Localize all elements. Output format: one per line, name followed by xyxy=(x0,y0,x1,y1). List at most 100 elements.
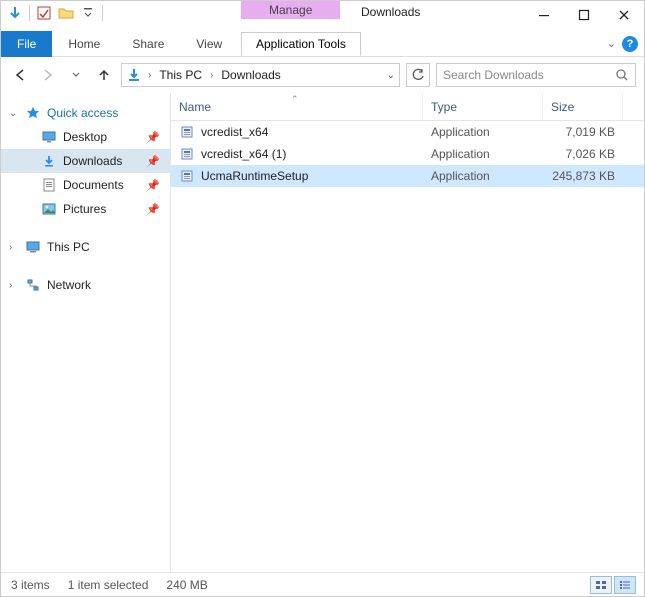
file-row[interactable]: vcredist_x64 Application7,019 KB xyxy=(171,121,644,143)
file-type-cell: Application xyxy=(423,125,543,139)
back-button[interactable] xyxy=(9,64,31,86)
pin-icon: 📌 xyxy=(146,203,160,216)
network-group: › Network xyxy=(1,273,170,297)
details-view-button[interactable] xyxy=(614,576,636,594)
status-selected-count: 1 item selected xyxy=(68,578,149,592)
file-name-cell: vcredist_x64 xyxy=(171,124,423,140)
qat-dropdown-icon[interactable] xyxy=(78,3,98,23)
ribbon-collapse-icon[interactable]: ⌄ xyxy=(607,37,616,50)
chevron-right-icon[interactable]: › xyxy=(146,70,153,81)
file-row[interactable]: UcmaRuntimeSetup Application245,873 KB xyxy=(171,165,644,187)
tab-view[interactable]: View xyxy=(180,31,238,57)
nav-label: Network xyxy=(47,278,91,292)
folder-icon[interactable] xyxy=(56,3,76,23)
maximize-button[interactable] xyxy=(564,1,604,29)
network-icon xyxy=(25,277,41,293)
nav-label: This PC xyxy=(47,240,90,254)
refresh-button[interactable] xyxy=(406,63,430,87)
pictures-icon xyxy=(41,201,57,217)
help-icon[interactable]: ? xyxy=(622,36,638,52)
nav-label: Desktop xyxy=(63,130,107,144)
quick-access-toolbar xyxy=(1,1,109,25)
separator xyxy=(29,5,30,21)
ribbon-right-controls: ⌄ ? xyxy=(607,36,638,52)
pin-icon: 📌 xyxy=(146,179,160,192)
file-name-cell: UcmaRuntimeSetup xyxy=(171,168,423,184)
main-area: ⌄ Quick access Desktop 📌 Downloads 📌 xyxy=(1,93,644,572)
title-bar: Manage Downloads xyxy=(1,1,644,31)
star-icon xyxy=(25,105,41,121)
forward-button[interactable] xyxy=(37,64,59,86)
documents-icon xyxy=(41,177,57,193)
breadcrumb-segment[interactable]: This PC xyxy=(157,68,204,82)
column-headers: ⌃ Name Type Size xyxy=(171,93,644,121)
contextual-tab-header: Manage xyxy=(241,1,340,19)
sidebar-item-desktop[interactable]: Desktop 📌 xyxy=(1,125,170,149)
status-item-count: 3 items xyxy=(11,578,50,592)
sidebar-item-downloads[interactable]: Downloads 📌 xyxy=(1,149,170,173)
search-icon[interactable] xyxy=(615,68,629,82)
computer-icon xyxy=(25,239,41,255)
file-size-cell: 7,026 KB xyxy=(543,147,623,161)
down-arrow-icon[interactable] xyxy=(5,3,25,23)
thumbnails-view-button[interactable] xyxy=(590,576,612,594)
search-input[interactable] xyxy=(443,68,615,82)
application-icon xyxy=(179,124,195,140)
manage-tab-label[interactable]: Manage xyxy=(241,1,340,19)
this-pc-group: › This PC xyxy=(1,235,170,259)
sidebar-item-pictures[interactable]: Pictures 📌 xyxy=(1,197,170,221)
file-tab[interactable]: File xyxy=(1,31,52,57)
file-size-cell: 7,019 KB xyxy=(543,125,623,139)
address-bar[interactable]: › This PC › Downloads ⌄ xyxy=(121,63,400,87)
file-name: vcredist_x64 xyxy=(201,125,268,139)
sort-indicator-icon: ⌃ xyxy=(291,94,299,105)
nav-label: Documents xyxy=(63,178,124,192)
status-selected-size: 240 MB xyxy=(166,578,207,592)
status-bar: 3 items 1 item selected 240 MB xyxy=(1,572,644,596)
address-dropdown-icon[interactable]: ⌄ xyxy=(387,70,395,81)
search-box[interactable] xyxy=(436,63,636,87)
separator xyxy=(102,5,103,21)
expand-icon[interactable]: › xyxy=(9,242,12,253)
file-rows: vcredist_x64Application7,019 KBvcredist_… xyxy=(171,121,644,187)
application-icon xyxy=(179,146,195,162)
ribbon-tabs: File Home Share View Application Tools ⌄… xyxy=(1,31,644,57)
tab-application-tools[interactable]: Application Tools xyxy=(241,32,361,56)
quick-access-header[interactable]: ⌄ Quick access xyxy=(1,101,170,125)
expand-icon[interactable]: ⌄ xyxy=(9,108,17,119)
tab-share[interactable]: Share xyxy=(116,31,180,57)
file-type-cell: Application xyxy=(423,169,543,183)
sidebar-item-documents[interactable]: Documents 📌 xyxy=(1,173,170,197)
application-icon xyxy=(179,168,195,184)
expand-icon[interactable]: › xyxy=(9,280,12,291)
chevron-right-icon[interactable]: › xyxy=(208,70,215,81)
breadcrumb-segment[interactable]: Downloads xyxy=(219,68,282,82)
sidebar-item-network[interactable]: › Network xyxy=(1,273,170,297)
up-button[interactable] xyxy=(93,64,115,86)
tab-home[interactable]: Home xyxy=(52,31,116,57)
minimize-button[interactable] xyxy=(524,1,564,29)
file-name: vcredist_x64 (1) xyxy=(201,147,286,161)
pin-icon: 📌 xyxy=(146,131,160,144)
nav-label: Downloads xyxy=(63,154,122,168)
column-header-size[interactable]: Size xyxy=(543,93,623,120)
file-list-pane: ⌃ Name Type Size vcredist_x64 Application… xyxy=(171,93,644,572)
file-type-cell: Application xyxy=(423,147,543,161)
file-name-cell: vcredist_x64 (1) xyxy=(171,146,423,162)
downloads-icon xyxy=(41,153,57,169)
properties-icon[interactable] xyxy=(34,3,54,23)
downloads-folder-icon xyxy=(126,67,142,83)
nav-label: Quick access xyxy=(47,106,118,120)
quick-access-group: ⌄ Quick access Desktop 📌 Downloads 📌 xyxy=(1,101,170,221)
desktop-icon xyxy=(41,129,57,145)
file-size-cell: 245,873 KB xyxy=(543,169,623,183)
sidebar-item-this-pc[interactable]: › This PC xyxy=(1,235,170,259)
file-name: UcmaRuntimeSetup xyxy=(201,169,308,183)
pin-icon: 📌 xyxy=(146,155,160,168)
file-row[interactable]: vcredist_x64 (1) Application7,026 KB xyxy=(171,143,644,165)
close-button[interactable] xyxy=(604,1,644,29)
navigation-toolbar: › This PC › Downloads ⌄ xyxy=(1,57,644,93)
recent-locations-icon[interactable] xyxy=(65,64,87,86)
navigation-pane: ⌄ Quick access Desktop 📌 Downloads 📌 xyxy=(1,93,171,572)
column-header-type[interactable]: Type xyxy=(423,93,543,120)
